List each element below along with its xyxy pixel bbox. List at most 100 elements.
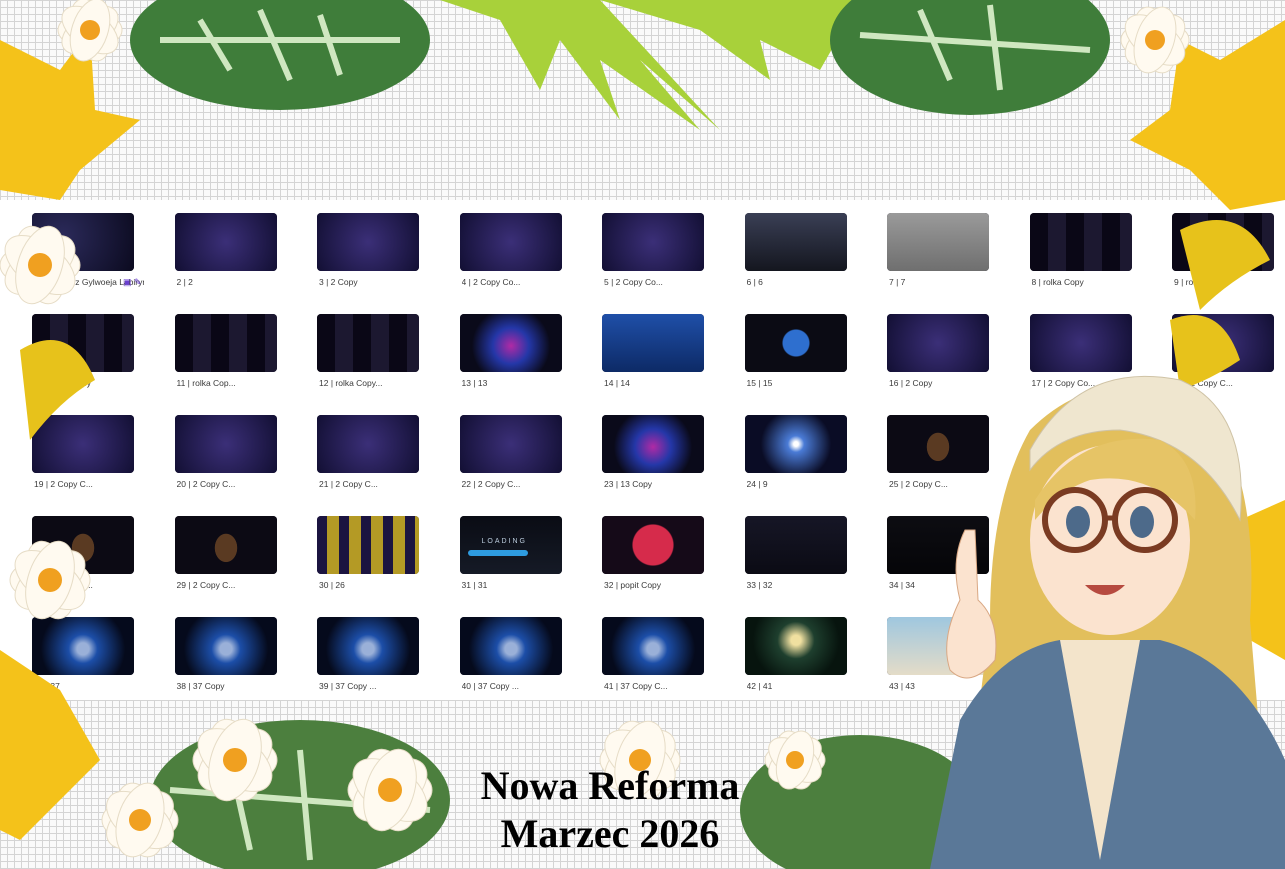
slide-thumbnail[interactable]: [32, 314, 134, 372]
slide-preview: [887, 314, 989, 372]
banner-line-2: Marzec 2026: [500, 811, 720, 856]
slide-thumbnail[interactable]: [602, 213, 704, 271]
slide-preview: [317, 617, 419, 675]
slide-caption: 6 | 6: [746, 277, 763, 287]
slide-preview: [1029, 314, 1132, 372]
slide-caption: 33 | 32: [746, 580, 773, 590]
slide-preview: [459, 516, 562, 574]
slide-preview: [32, 617, 134, 675]
slide-preview: [602, 617, 704, 675]
lime-palm-leaf-icon: [440, 0, 860, 130]
slide-preview: [32, 314, 134, 372]
slide-thumbnail[interactable]: [459, 617, 562, 675]
slide-thumbnail[interactable]: [32, 516, 134, 574]
slide-thumbnail[interactable]: [317, 617, 419, 675]
slide-thumbnail[interactable]: [174, 516, 277, 574]
slide-preview: [744, 516, 847, 574]
slide-caption: 15 | 15: [746, 378, 773, 388]
slide-thumbnail[interactable]: [174, 617, 277, 675]
slide-caption: 25 | 2 Copy C...: [889, 479, 948, 489]
slide-preview: [887, 516, 989, 574]
slide-caption: 29 | 2 Copy C...: [176, 580, 236, 590]
slide-caption: 18 | 2 Copy C...: [1174, 378, 1233, 388]
slide-caption: 17 | 2 Copy Co...: [1031, 378, 1096, 388]
slide-caption: 21 | 2 Copy C...: [319, 479, 378, 489]
slide-caption: 39 | 37 Copy ...: [319, 681, 377, 691]
slide-preview: [174, 516, 277, 574]
slide-thumbnail[interactable]: [459, 213, 562, 271]
monstera-leaf-icon: [830, 0, 1110, 115]
slide-preview: [32, 516, 134, 574]
slide-caption: 40 | 37 Copy ...: [461, 681, 520, 691]
slide-board: 1 | Toaleta z Gylwoeja Labirynt genius2 …: [0, 200, 1285, 700]
slide-caption: 9 | rolka Copy: [1174, 277, 1227, 287]
slide-thumbnail[interactable]: [1029, 314, 1132, 372]
slide-preview: [174, 314, 277, 372]
loading-label: LOADING: [481, 538, 528, 545]
slide-caption: 41 | 37 Copy C...: [604, 681, 668, 691]
slide-thumbnail[interactable]: [744, 516, 847, 574]
slide-preview: [602, 516, 704, 574]
slide-tools-icon[interactable]: ▣ ✎: [123, 277, 142, 288]
slide-caption: 31 | 31: [461, 580, 488, 590]
slide-thumbnail[interactable]: [602, 415, 704, 473]
slide-thumbnail[interactable]: [317, 516, 419, 574]
slide-thumbnail[interactable]: [317, 314, 419, 372]
slide-preview: [174, 415, 277, 473]
slide-caption: 23 | 13 Copy: [604, 479, 653, 489]
slide-thumbnail[interactable]: [317, 415, 419, 473]
slide-thumbnail[interactable]: [174, 213, 277, 271]
slide-thumbnail[interactable]: [32, 213, 134, 271]
slide-thumbnail[interactable]: [1029, 213, 1132, 271]
slide-thumbnail[interactable]: [1172, 213, 1274, 271]
slide-preview: [744, 617, 847, 675]
loading-bar: [467, 550, 528, 556]
slide-thumbnail[interactable]: [887, 617, 989, 675]
slide-thumbnail[interactable]: [887, 213, 989, 271]
slide-preview: [1172, 314, 1274, 372]
slide-preview: [32, 415, 134, 473]
slide-preview: [887, 617, 989, 675]
slide-thumbnail[interactable]: [459, 415, 562, 473]
slide-caption: 20 | 2 Copy C...: [176, 479, 236, 489]
slide-thumbnail[interactable]: [32, 617, 134, 675]
slide-preview: [317, 415, 419, 473]
slide-thumbnail[interactable]: [744, 415, 847, 473]
slide-preview: [602, 213, 704, 271]
slide-preview: [317, 213, 419, 271]
slide-preview: [602, 314, 704, 372]
slide-caption: 30 | 26: [319, 580, 345, 590]
slide-preview: [174, 213, 277, 271]
slide-caption: 8 | rolka Copy: [1031, 277, 1084, 287]
slide-thumbnail[interactable]: [744, 213, 847, 271]
slide-caption: 2 | 2: [176, 277, 193, 287]
slide-thumbnail[interactable]: [887, 314, 989, 372]
slide-preview: [887, 213, 989, 271]
slide-preview: [602, 415, 704, 473]
slide-caption: 24 | 9: [746, 479, 768, 489]
banner-title: Nowa Reforma Marzec 2026: [420, 762, 800, 858]
slide-preview: [317, 314, 419, 372]
slide-thumbnail[interactable]: [32, 415, 134, 473]
slide-thumbnail[interactable]: [459, 314, 562, 372]
slide-thumbnail[interactable]: [174, 314, 277, 372]
slide-thumbnail[interactable]: [744, 314, 847, 372]
slide-thumbnail[interactable]: [1172, 314, 1274, 372]
slide-thumbnail[interactable]: [602, 617, 704, 675]
slide-preview: [1029, 213, 1132, 271]
slide-thumbnail[interactable]: LOADING: [459, 516, 562, 574]
slide-thumbnail[interactable]: [887, 516, 989, 574]
slide-caption: 22 | 2 Copy C...: [461, 479, 521, 489]
slide-thumbnail[interactable]: [744, 617, 847, 675]
slide-thumbnail[interactable]: [317, 213, 419, 271]
slide-caption: 13 | 13: [461, 378, 488, 388]
slide-preview: [32, 213, 134, 271]
slide-thumbnail[interactable]: [174, 415, 277, 473]
slide-thumbnail[interactable]: [602, 314, 704, 372]
monstera-leaf-icon: [130, 0, 430, 110]
slide-thumbnail[interactable]: [602, 516, 704, 574]
slide-preview: [744, 314, 847, 372]
slide-caption: 11 | rolka Cop...: [176, 378, 236, 388]
slide-caption: 16 | 2 Copy: [889, 378, 933, 388]
slide-thumbnail[interactable]: [887, 415, 989, 473]
